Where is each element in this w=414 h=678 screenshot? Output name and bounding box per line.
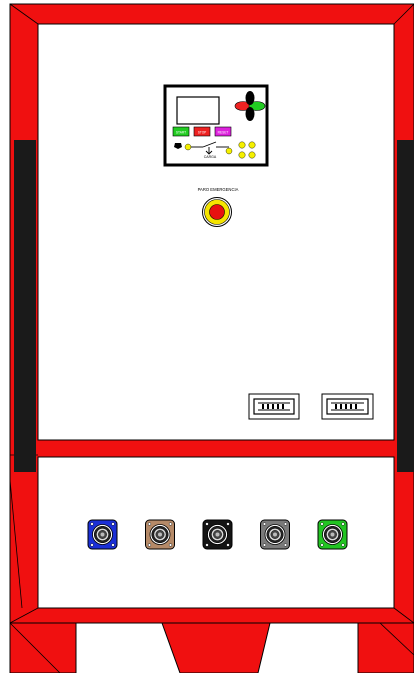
emergency-stop-label: PARO EMERGENCIA [198, 187, 239, 192]
left-side-vent [14, 140, 36, 472]
load-label: CARGA [204, 155, 217, 159]
base-right [357, 622, 414, 674]
right-side-vent [397, 140, 414, 472]
controller-display [176, 96, 220, 125]
emergency-stop-button[interactable] [202, 197, 232, 227]
electrical-cabinet-diagram: START STOP RESET CARGA PARO EMERGENCIA [0, 0, 414, 674]
green-socket[interactable] [317, 519, 348, 550]
stop-button-label: STOP [198, 131, 207, 135]
connector-plate-left [248, 393, 300, 420]
cabinet-drawing: START STOP RESET CARGA PARO EMERGENCIA [9, 3, 414, 674]
brown-socket[interactable] [145, 519, 175, 550]
base-left [9, 622, 77, 674]
base-center [161, 622, 271, 674]
black-socket[interactable] [202, 519, 233, 550]
controller-module: START STOP RESET CARGA [163, 84, 269, 167]
reset-button-label: RESET [218, 131, 229, 135]
start-button-label: START [176, 131, 186, 135]
blue-socket[interactable] [87, 519, 118, 550]
gray-socket[interactable] [260, 519, 290, 550]
connector-plate-right [321, 393, 374, 420]
